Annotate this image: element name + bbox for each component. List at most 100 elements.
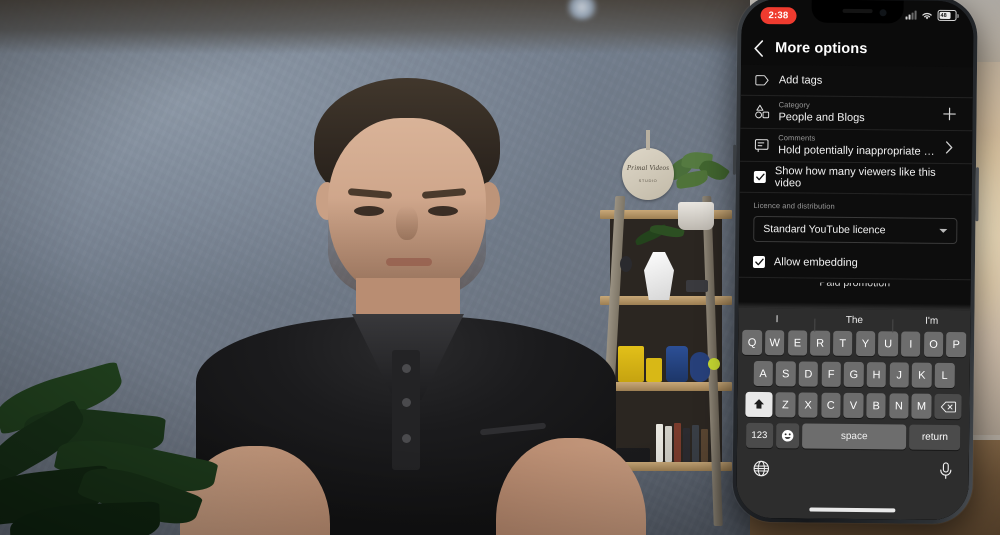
key-k[interactable]: K xyxy=(911,362,932,388)
clipped-heading-text: Paid promotion xyxy=(819,281,891,290)
licence-select[interactable]: Standard YouTube licence xyxy=(753,215,958,245)
studio-sign: Primal Videos STUDIO xyxy=(622,130,674,200)
prediction-0[interactable]: I xyxy=(738,313,815,325)
key-w[interactable]: W xyxy=(764,330,785,356)
blue-dumbbell xyxy=(690,352,710,382)
onscreen-keyboard: I The I'm Q W E R T Y U I O P A S D F G … xyxy=(736,301,971,521)
key-c[interactable]: C xyxy=(820,392,841,418)
key-o[interactable]: O xyxy=(923,331,944,357)
volume-button[interactable] xyxy=(732,144,737,175)
plant-pot xyxy=(678,202,714,230)
check-icon xyxy=(755,173,765,181)
globe-key[interactable] xyxy=(753,460,770,482)
iphone-device: 2:38 48 More options Add tags Category P… xyxy=(732,0,979,525)
backspace-key[interactable] xyxy=(934,393,962,420)
cellular-signal-icon xyxy=(905,10,917,20)
key-j[interactable]: J xyxy=(889,362,910,388)
shirt-button-3 xyxy=(402,434,411,443)
option-body: Add tags xyxy=(779,73,959,90)
keyboard-row-2: A S D F G H J K L xyxy=(738,360,970,389)
key-d[interactable]: D xyxy=(798,361,819,387)
key-s[interactable]: S xyxy=(775,361,796,387)
keyboard-row-3: Z X C V B N M xyxy=(737,391,969,420)
nose xyxy=(396,206,418,240)
emoji-icon xyxy=(781,430,794,442)
blue-object xyxy=(666,346,688,382)
home-indicator[interactable] xyxy=(809,507,896,513)
checkbox-label-show-likes: Show how many viewers like this video xyxy=(774,165,936,190)
emoji-key[interactable] xyxy=(775,423,800,449)
recording-indicator[interactable]: 2:38 xyxy=(760,6,797,25)
phone-screen: 2:38 48 More options Add tags Category P… xyxy=(736,0,974,521)
option-body: Comments Hold potentially inappropriate … xyxy=(778,132,940,160)
option-value: Hold potentially inappropriate comm… xyxy=(778,144,941,159)
shift-icon xyxy=(753,399,764,409)
key-e[interactable]: E xyxy=(787,330,808,356)
option-body: Category People and Blogs xyxy=(778,99,940,127)
power-button[interactable] xyxy=(975,167,979,222)
prediction-1[interactable]: The xyxy=(816,314,893,326)
comment-icon xyxy=(754,137,778,152)
numeric-key[interactable]: 123 xyxy=(745,422,774,449)
shelf-ball xyxy=(620,256,632,272)
eye-right xyxy=(428,206,458,216)
key-r[interactable]: R xyxy=(810,330,830,356)
studio-sign-subtext: STUDIO xyxy=(638,178,658,183)
key-y[interactable]: Y xyxy=(855,331,876,357)
key-n[interactable]: N xyxy=(888,393,909,419)
globe-icon xyxy=(753,460,770,477)
option-row-category[interactable]: Category People and Blogs xyxy=(740,96,972,130)
key-g[interactable]: G xyxy=(843,361,864,388)
shelf-box-dark xyxy=(686,280,708,292)
key-a[interactable]: A xyxy=(753,360,773,387)
shirt-button-2 xyxy=(402,398,411,407)
tag-icon xyxy=(755,73,779,86)
nav-header: More options xyxy=(741,31,973,67)
checkbox-show-likes[interactable] xyxy=(753,170,766,184)
option-row-add-tags[interactable]: Add tags xyxy=(741,65,973,97)
prediction-2[interactable]: I'm xyxy=(893,315,970,327)
page-title: More options xyxy=(775,40,868,58)
yellow-box xyxy=(618,346,644,382)
key-t[interactable]: T xyxy=(832,330,853,356)
keyboard-bottom-bar xyxy=(737,454,969,490)
book-stack xyxy=(656,422,708,462)
key-z[interactable]: Z xyxy=(775,392,796,418)
key-f[interactable]: F xyxy=(821,361,841,387)
key-i[interactable]: I xyxy=(900,331,921,357)
chevron-right-icon xyxy=(945,140,953,154)
key-l[interactable]: L xyxy=(934,362,955,389)
battery-level: 48 xyxy=(940,12,947,19)
key-b[interactable]: B xyxy=(866,393,887,419)
key-u[interactable]: U xyxy=(878,331,899,357)
space-key[interactable]: space xyxy=(802,423,907,450)
checkbox-row-allow-embedding[interactable]: Allow embedding xyxy=(739,247,971,279)
predictive-bar: I The I'm xyxy=(738,308,970,332)
back-button[interactable] xyxy=(741,31,775,65)
shirt-button-1 xyxy=(402,364,411,373)
return-key[interactable]: return xyxy=(909,424,961,451)
add-category-button[interactable] xyxy=(940,107,958,121)
screenshot-root: Primal Videos STUDIO 2:38 48 More option… xyxy=(0,0,1000,535)
key-x[interactable]: X xyxy=(798,392,818,418)
key-q[interactable]: Q xyxy=(742,329,762,356)
key-m[interactable]: M xyxy=(911,393,932,419)
eye-left xyxy=(354,206,384,216)
recording-time: 2:38 xyxy=(768,10,789,22)
checkbox-allow-embedding[interactable] xyxy=(752,255,766,269)
key-p[interactable]: P xyxy=(946,331,967,358)
status-icons: 48 xyxy=(905,9,957,22)
studio-sign-text: Primal Videos xyxy=(626,164,670,172)
option-row-comments[interactable]: Comments Hold potentially inappropriate … xyxy=(740,129,972,163)
dictation-key[interactable] xyxy=(939,461,953,484)
tennis-ball xyxy=(708,358,720,370)
shift-key[interactable] xyxy=(745,391,773,418)
key-h[interactable]: H xyxy=(866,362,887,388)
key-v[interactable]: V xyxy=(843,392,864,419)
chevron-down-icon xyxy=(939,228,948,233)
checkbox-row-show-likes[interactable]: Show how many viewers like this video xyxy=(740,162,972,194)
shapes-icon xyxy=(754,104,778,120)
chevron-left-icon xyxy=(753,39,763,57)
wifi-icon xyxy=(922,12,932,19)
comments-disclosure[interactable] xyxy=(940,140,958,154)
